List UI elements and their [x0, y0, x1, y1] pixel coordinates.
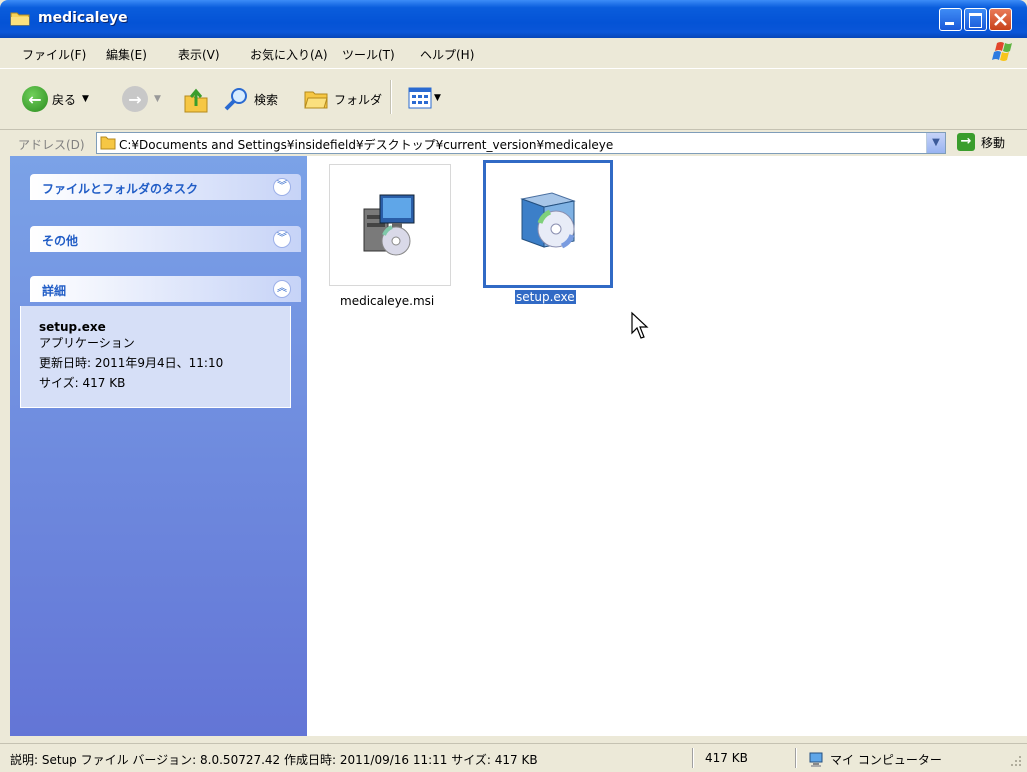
address-label: アドレス(D)	[18, 138, 85, 152]
search-icon	[224, 88, 247, 111]
resize-grip-icon[interactable]	[1009, 754, 1023, 768]
forward-button[interactable]: → ▼	[122, 86, 161, 112]
go-label: 移動	[981, 135, 1006, 150]
file-thumbnail	[329, 164, 451, 286]
details-type: アプリケーション	[39, 336, 135, 350]
folders-icon	[304, 91, 328, 109]
file-item-setup[interactable]: setup.exe	[483, 160, 617, 310]
menu-file[interactable]: ファイル(F)	[22, 46, 86, 63]
search-label: 検索	[254, 92, 279, 107]
windows-logo-icon	[992, 42, 1012, 61]
menu-tools[interactable]: ツール(T)	[342, 46, 395, 63]
details-title: 詳細	[42, 284, 67, 298]
close-icon	[994, 13, 1007, 26]
maximize-button[interactable]	[964, 8, 987, 31]
forward-dropdown-icon[interactable]: ▼	[154, 94, 161, 104]
file-name-selected: setup.exe	[515, 290, 576, 304]
status-description: 説明: Setup ファイル バージョン: 8.0.50727.42 作成日時:…	[10, 753, 538, 767]
back-dropdown-icon[interactable]: ▼	[82, 94, 89, 104]
back-button[interactable]: ← 戻る ▼	[22, 86, 89, 112]
views-dropdown-icon[interactable]: ▼	[434, 93, 441, 103]
file-thumbnail-selected	[483, 160, 613, 288]
details-modified: 更新日時: 2011年9月4日、11:10	[39, 356, 224, 370]
toolbar: ← 戻る ▼ → ▼ 検索 フォルダ ▼	[0, 69, 1027, 130]
up-folder-icon	[184, 88, 208, 113]
setup-exe-icon	[520, 192, 576, 249]
views-icon	[408, 87, 432, 109]
up-folder-button[interactable]	[182, 84, 210, 114]
go-arrow-icon: →	[957, 133, 975, 151]
back-arrow-icon: ←	[22, 86, 48, 112]
address-field[interactable]: C:¥Documents and Settings¥insidefield¥デス…	[96, 132, 946, 154]
back-label: 戻る	[52, 92, 77, 107]
menu-favorites[interactable]: お気に入り(A)	[250, 46, 328, 63]
minimize-icon	[945, 22, 954, 25]
status-bar: 説明: Setup ファイル バージョン: 8.0.50727.42 作成日時:…	[0, 743, 1027, 772]
views-button[interactable]: ▼	[408, 87, 441, 109]
other-places-header[interactable]: その他 ︾	[30, 226, 301, 252]
address-folder-icon	[100, 136, 116, 150]
status-divider	[692, 748, 694, 768]
mouse-cursor-icon	[631, 311, 649, 339]
window-title: medicaleye	[38, 10, 128, 26]
menu-help[interactable]: ヘルプ(H)	[420, 46, 474, 63]
other-places-title: その他	[42, 234, 79, 248]
details-body: setup.exe アプリケーション 更新日時: 2011年9月4日、11:10…	[20, 306, 291, 408]
file-name: medicaleye.msi	[340, 294, 435, 308]
file-item-msi[interactable]: medicaleye.msi	[327, 164, 453, 314]
menu-edit[interactable]: 編集(E)	[106, 46, 147, 63]
address-path: C:¥Documents and Settings¥insidefield¥デス…	[119, 138, 614, 152]
task-pane: ファイルとフォルダのタスク ︾ その他 ︾ 詳細 ︽	[10, 156, 307, 736]
status-size: 417 KB	[705, 751, 748, 765]
folder-icon	[10, 12, 30, 26]
folders-label: フォルダ	[334, 92, 383, 107]
folders-button[interactable]: フォルダ	[302, 86, 382, 112]
file-folder-tasks-title: ファイルとフォルダのタスク	[42, 182, 199, 196]
expand-chevron-icon[interactable]: ︾	[273, 230, 291, 248]
file-folder-tasks-header[interactable]: ファイルとフォルダのタスク ︾	[30, 174, 301, 200]
details-header[interactable]: 詳細 ︽	[30, 276, 301, 302]
menu-bar: ファイル(F) 編集(E) 表示(V) お気に入り(A) ツール(T) ヘルプ(…	[0, 38, 1027, 69]
close-button[interactable]	[989, 8, 1012, 31]
my-computer-icon	[809, 752, 823, 767]
status-divider	[795, 748, 797, 768]
maximize-icon	[969, 13, 982, 28]
msi-installer-icon	[363, 194, 415, 256]
explorer-window: medicaleye ファイル(F) 編集(E) 表示(V) お気に入り(A) …	[0, 0, 1027, 772]
details-size: サイズ: 417 KB	[39, 376, 126, 390]
status-zone-label: マイ コンピューター	[830, 753, 942, 767]
title-bar[interactable]: medicaleye	[0, 0, 1027, 38]
status-zone: マイ コンピューター	[808, 751, 942, 768]
address-dropdown-icon[interactable]: ▼	[926, 133, 945, 153]
go-button[interactable]: → 移動	[957, 133, 1005, 151]
toolbar-separator	[390, 80, 392, 114]
collapse-chevron-icon[interactable]: ︽	[273, 280, 291, 298]
search-button[interactable]: 検索	[222, 86, 278, 112]
file-list[interactable]: medicaleye.msi setup.exe	[307, 156, 1027, 736]
menu-view[interactable]: 表示(V)	[178, 46, 220, 63]
minimize-button[interactable]	[939, 8, 962, 31]
address-bar: アドレス(D) C:¥Documents and Settings¥inside…	[0, 130, 1027, 156]
expand-chevron-icon[interactable]: ︾	[273, 178, 291, 196]
details-filename: setup.exe	[39, 320, 106, 334]
forward-arrow-icon: →	[122, 86, 148, 112]
